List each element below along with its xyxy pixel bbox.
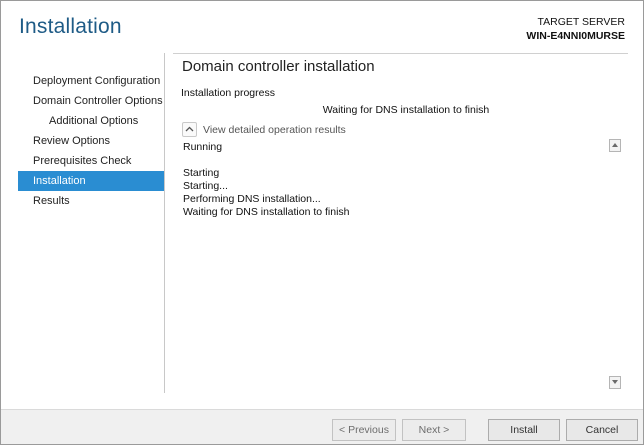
target-server-name: WIN-E4NNI0MURSE (526, 30, 625, 42)
sidebar-item-review-options[interactable]: Review Options (18, 131, 164, 151)
operation-log[interactable]: Running Starting Starting... Performing … (181, 139, 621, 389)
wizard-window: Installation TARGET SERVER WIN-E4NNI0MUR… (0, 0, 644, 445)
status-message: Waiting for DNS installation to finish (322, 104, 490, 116)
log-lines: Running Starting Starting... Performing … (183, 141, 350, 219)
sidebar-item-installation[interactable]: Installation (18, 171, 164, 191)
scroll-up-arrow-icon[interactable] (609, 139, 621, 152)
section-title: Domain controller installation (182, 58, 375, 75)
sidebar-divider (164, 53, 165, 393)
chevron-up-icon[interactable] (182, 122, 197, 137)
log-line: Starting... (183, 180, 228, 192)
target-server-info: TARGET SERVER WIN-E4NNI0MURSE (526, 15, 625, 43)
sidebar-item-domain-controller-options[interactable]: Domain Controller Options (18, 91, 164, 111)
next-button[interactable]: Next > (402, 419, 466, 441)
log-line: Starting (183, 167, 220, 179)
install-button[interactable]: Install (488, 419, 560, 441)
wizard-sidebar: Deployment Configuration Domain Controll… (18, 71, 164, 211)
log-line: Waiting for DNS installation to finish (183, 206, 350, 218)
progress-label: Installation progress (181, 87, 275, 99)
log-scrollbar[interactable] (609, 139, 621, 389)
sidebar-item-prerequisites-check[interactable]: Prerequisites Check (18, 151, 164, 171)
previous-button[interactable]: < Previous (332, 419, 396, 441)
expander-label[interactable]: View detailed operation results (203, 124, 346, 136)
page-title: Installation (19, 15, 122, 38)
cancel-button[interactable]: Cancel (566, 419, 638, 441)
wizard-footer: < Previous Next > Install Cancel (1, 409, 643, 444)
sidebar-item-additional-options[interactable]: Additional Options (18, 111, 164, 131)
log-line: Running (183, 141, 223, 153)
scroll-down-arrow-icon[interactable] (609, 376, 621, 389)
sidebar-item-deployment-configuration[interactable]: Deployment Configuration (18, 71, 164, 91)
detailed-results-expander[interactable]: View detailed operation results (182, 122, 346, 137)
log-line: Performing DNS installation... (183, 193, 321, 205)
sidebar-item-results[interactable]: Results (18, 191, 164, 211)
header-divider (173, 53, 628, 54)
target-server-label: TARGET SERVER (537, 16, 625, 28)
